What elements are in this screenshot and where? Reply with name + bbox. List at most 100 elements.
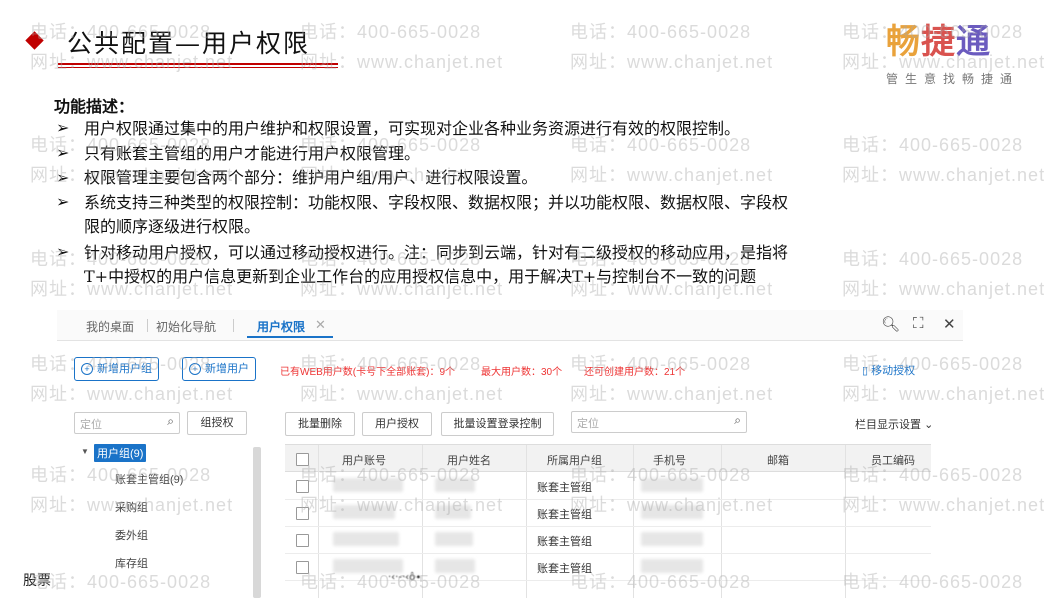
- tab-my-desktop[interactable]: 我的桌面: [86, 318, 134, 335]
- tab-divider: [147, 319, 148, 332]
- mobile-auth-label: 移动授权: [871, 365, 916, 377]
- table-row[interactable]: 账套主管组: [285, 499, 931, 527]
- row-checkbox[interactable]: [296, 480, 309, 493]
- col-user-name[interactable]: 用户姓名: [447, 452, 491, 468]
- description-heading: 功能描述：: [54, 97, 135, 116]
- footer-blurred-text: ·‹·-·‹ô∙: [388, 572, 422, 583]
- row-checkbox[interactable]: [296, 534, 309, 547]
- fullscreen-icon[interactable]: ⛶: [913, 315, 924, 332]
- web-user-count: 已有WEB用户数(卡号下全部账套)：9个: [280, 367, 455, 378]
- group-search-placeholder: 定位: [80, 419, 102, 431]
- logo-char-3: 通: [956, 22, 991, 62]
- tree-item-inventory-group[interactable]: 库存组: [115, 555, 148, 571]
- bullet-icon: ➢: [56, 118, 70, 137]
- user-search-input[interactable]: 定位 ⌕: [571, 411, 747, 433]
- col-user-group[interactable]: 所属用户组: [547, 452, 602, 468]
- watermark-phone: 电话：400-665-0028: [842, 135, 1024, 155]
- title-underline-thin: [58, 67, 338, 68]
- logo-tagline: 管生意找畅捷通: [886, 72, 1020, 86]
- group-auth-button[interactable]: 组授权: [187, 411, 247, 435]
- description-line-1: 用户权限通过集中的用户维护和权限设置，可实现对企业各种业务资源进行有效的权限控制…: [84, 119, 741, 138]
- col-user-account[interactable]: 用户账号: [342, 452, 386, 468]
- table-row[interactable]: 账套主管组: [285, 472, 931, 500]
- close-icon[interactable]: ✕: [943, 315, 956, 333]
- chanjet-logo: 畅捷通 管生意找畅捷通: [886, 14, 1046, 94]
- tree-root-user-group[interactable]: 用户组(9): [94, 444, 147, 462]
- table-row[interactable]: 账套主管组: [285, 526, 931, 554]
- search-icon[interactable]: ⌕: [734, 413, 741, 428]
- col-employee-code[interactable]: 员工编码: [871, 452, 915, 468]
- tree-item-admin-group[interactable]: 账套主管组(9): [115, 471, 183, 487]
- tab-user-permission[interactable]: 用户权限: [257, 318, 305, 335]
- watermark-phone: 电话：400-665-0028: [570, 22, 752, 42]
- watermark-phone: 电话：400-665-0028: [842, 249, 1024, 269]
- expand-arrow-icon[interactable]: ▼: [81, 447, 89, 456]
- row-checkbox[interactable]: [296, 507, 309, 520]
- tree-item-purchase-group[interactable]: 采购组: [115, 499, 148, 515]
- blurred-name: [435, 559, 475, 573]
- select-all-checkbox[interactable]: [296, 453, 309, 466]
- tree-scrollbar[interactable]: [253, 447, 261, 598]
- blurred-mobile: [641, 532, 703, 546]
- mobile-icon: ▯: [862, 365, 869, 377]
- watermark-phone: 电话：400-665-0028: [300, 22, 482, 42]
- new-user-button[interactable]: + 新增用户: [182, 357, 256, 381]
- blurred-account: [333, 559, 403, 573]
- description-line-5-cont: T+中授权的用户信息更新到企业工作台的应用授权信息中，用于解决T+与控制台不一致…: [84, 267, 757, 286]
- user-table: 用户账号 用户姓名 所属用户组 手机号 邮箱 员工编码 账套主管组 账套主管组: [285, 444, 931, 598]
- search-icon[interactable]: ⌕: [167, 414, 174, 429]
- bullet-icon: ➢: [56, 143, 70, 162]
- title-underline: [58, 63, 338, 65]
- watermark-website: 网址：www.chanjet.net: [842, 279, 1046, 299]
- blurred-account: [333, 505, 395, 519]
- blurred-name: [435, 532, 473, 546]
- watermark-website: 网址：www.chanjet.net: [842, 165, 1046, 185]
- search-icon[interactable]: 🔍︎: [881, 315, 900, 333]
- row-group: 账套主管组: [537, 482, 592, 494]
- bullet-icon: ➢: [56, 242, 70, 261]
- blurred-mobile: [641, 478, 703, 492]
- batch-login-control-button[interactable]: 批量设置登录控制: [441, 412, 554, 436]
- group-search-input[interactable]: 定位 ⌕: [74, 412, 180, 434]
- table-row[interactable]: 账套主管组: [285, 553, 931, 581]
- tab-bar: 我的桌面 初始化导航 用户权限 ✕ 🔍︎ ⛶ ✕: [57, 310, 963, 341]
- row-checkbox[interactable]: [296, 561, 309, 574]
- blurred-mobile: [641, 505, 703, 519]
- mobile-auth-link[interactable]: ▯ 移动授权: [862, 362, 915, 378]
- remaining-user-count: 还可创建用户数：21个: [584, 367, 686, 378]
- logo-char-1: 畅: [886, 22, 921, 62]
- watermark-website: 网址：www.chanjet.net: [300, 52, 504, 72]
- description-line-4: 系统支持三种类型的权限控制：功能权限、字段权限、数据权限；并以功能权限、数据权限…: [84, 193, 789, 212]
- max-user-count: 最大用户数：30个: [481, 367, 563, 378]
- bullet-icon: ➢: [56, 168, 70, 187]
- tab-divider: [233, 319, 234, 332]
- active-tab-indicator: [247, 336, 333, 338]
- description-line-4-cont: 限的顺序逐级进行权限。: [84, 217, 261, 236]
- tree-item-outsource-group[interactable]: 委外组: [115, 527, 148, 543]
- col-email[interactable]: 邮箱: [767, 452, 789, 468]
- table-header: 用户账号 用户姓名 所属用户组 手机号 邮箱 员工编码: [285, 445, 931, 472]
- description-line-3: 权限管理主要包含两个部分：维护用户组/用户、进行权限设置。: [84, 168, 538, 187]
- description-line-2: 只有账套主管组的用户才能进行用户权限管理。: [84, 144, 421, 163]
- blurred-name: [435, 505, 471, 519]
- new-user-group-button[interactable]: + 新增用户组: [74, 357, 159, 381]
- footer-label: 股票: [23, 573, 51, 589]
- chevron-down-icon: ⌄: [924, 419, 934, 431]
- new-user-group-label: 新增用户组: [97, 363, 152, 375]
- tab-init-nav[interactable]: 初始化导航: [156, 318, 216, 335]
- new-user-label: 新增用户: [205, 363, 249, 375]
- column-settings-dropdown[interactable]: 栏目显示设置 ⌄: [855, 416, 933, 432]
- batch-delete-button[interactable]: 批量删除: [285, 412, 355, 436]
- user-auth-button[interactable]: 用户授权: [362, 412, 432, 436]
- tab-close-icon[interactable]: ✕: [315, 317, 326, 333]
- logo-char-2: 捷: [921, 22, 956, 62]
- blurred-name: [435, 478, 475, 492]
- blurred-mobile: [641, 559, 703, 573]
- bullet-icon: ➢: [56, 192, 70, 211]
- plus-icon: +: [189, 363, 201, 375]
- column-settings-label: 栏目显示设置: [855, 419, 921, 431]
- description-line-5: 针对移动用户授权，可以通过移动授权进行。注：同步到云端，针对有二级授权的移动应用…: [84, 243, 789, 262]
- col-mobile[interactable]: 手机号: [653, 452, 686, 468]
- blurred-account: [333, 532, 399, 546]
- user-search-placeholder: 定位: [577, 418, 599, 430]
